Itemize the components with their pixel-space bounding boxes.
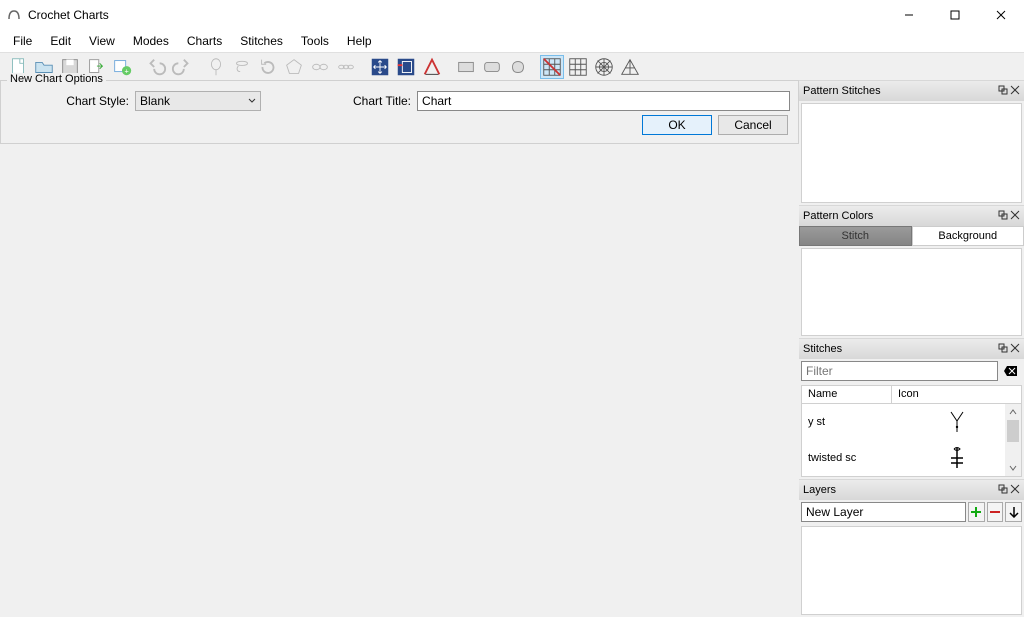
close-icon[interactable] [1010, 484, 1020, 497]
menu-modes[interactable]: Modes [124, 32, 178, 50]
scroll-up-icon[interactable] [1005, 404, 1021, 420]
tab-stitch[interactable]: Stitch [799, 226, 912, 246]
stitch-row[interactable]: twisted sc [802, 440, 1021, 476]
stitch-icon-twistedsc [892, 445, 1021, 471]
stitch-icon-yst [892, 409, 1021, 435]
panel-title-label: Pattern Stitches [803, 85, 881, 97]
close-icon[interactable] [1010, 85, 1020, 98]
cancel-button[interactable]: Cancel [718, 115, 788, 135]
new-chart-icon[interactable]: + [110, 55, 134, 79]
stitch-name: twisted sc [802, 452, 892, 464]
chart-style-combo[interactable]: Blank [135, 91, 261, 111]
crop-tool-icon[interactable] [394, 55, 418, 79]
move-tool-icon[interactable] [368, 55, 392, 79]
grid-diagonal-icon[interactable] [540, 55, 564, 79]
title-bar: Crochet Charts [0, 0, 1024, 30]
chart-title-input[interactable] [417, 91, 790, 111]
close-icon[interactable] [1010, 210, 1020, 223]
grid-radial-icon[interactable] [592, 55, 616, 79]
app-icon [6, 7, 22, 23]
menu-view[interactable]: View [80, 32, 124, 50]
tool-rotate-icon[interactable] [256, 55, 280, 79]
menu-help[interactable]: Help [338, 32, 381, 50]
shape-blob-icon[interactable] [506, 55, 530, 79]
panel-stitches: Stitches Name Icon y st [799, 338, 1024, 479]
close-button[interactable] [978, 0, 1024, 30]
col-icon[interactable]: Icon [892, 386, 1021, 403]
tool-pentagon-icon[interactable] [282, 55, 306, 79]
stitch-name: y st [802, 416, 892, 428]
menu-charts[interactable]: Charts [178, 32, 231, 50]
shape-rect-icon[interactable] [454, 55, 478, 79]
minimize-button[interactable] [886, 0, 932, 30]
add-layer-button[interactable] [968, 502, 985, 522]
stitch-table: Name Icon y st twisted sc [801, 385, 1022, 477]
menu-file[interactable]: File [4, 32, 41, 50]
measure-tool-icon[interactable] [420, 55, 444, 79]
tool-lasso-icon[interactable] [230, 55, 254, 79]
panel-title-label: Stitches [803, 343, 842, 355]
close-icon[interactable] [1010, 343, 1020, 356]
undock-icon[interactable] [998, 85, 1008, 98]
pattern-stitches-body [801, 103, 1022, 203]
chart-title-label: Chart Title: [353, 94, 411, 108]
layers-body [801, 526, 1022, 615]
tool-chain-icon[interactable] [308, 55, 332, 79]
pattern-colors-body [801, 248, 1022, 336]
undo-icon[interactable] [144, 55, 168, 79]
panel-pattern-stitches: Pattern Stitches [799, 80, 1024, 205]
menu-bar: File Edit View Modes Charts Stitches Too… [0, 30, 1024, 52]
menu-tools[interactable]: Tools [292, 32, 338, 50]
grid-triangle-icon[interactable] [618, 55, 642, 79]
panel-pattern-colors: Pattern Colors Stitch Background [799, 205, 1024, 338]
redo-icon[interactable] [170, 55, 194, 79]
col-name[interactable]: Name [802, 386, 892, 403]
tab-background[interactable]: Background [912, 226, 1024, 246]
undock-icon[interactable] [998, 210, 1008, 223]
shape-rounded-icon[interactable] [480, 55, 504, 79]
stitch-filter-input[interactable] [801, 361, 998, 381]
undock-icon[interactable] [998, 343, 1008, 356]
toolbar: + [0, 52, 1024, 80]
app-title: Crochet Charts [28, 8, 109, 22]
chart-style-value: Blank [140, 94, 170, 108]
tool-balloon-icon[interactable] [204, 55, 228, 79]
panel-title-label: Layers [803, 484, 836, 496]
panel-title-label: Pattern Colors [803, 210, 873, 222]
layer-name-input[interactable] [801, 502, 966, 522]
scroll-down-icon[interactable] [1005, 460, 1021, 476]
groupbox-legend: New Chart Options [7, 73, 106, 85]
undock-icon[interactable] [998, 484, 1008, 497]
panel-layers: Layers [799, 479, 1024, 617]
svg-text:+: + [124, 66, 128, 75]
chart-style-label: Chart Style: [9, 94, 129, 108]
scrollbar[interactable] [1005, 404, 1021, 476]
stitch-row[interactable]: y st [802, 404, 1021, 440]
menu-stitches[interactable]: Stitches [231, 32, 292, 50]
menu-edit[interactable]: Edit [41, 32, 80, 50]
ok-button[interactable]: OK [642, 115, 712, 135]
maximize-button[interactable] [932, 0, 978, 30]
tool-links-icon[interactable] [334, 55, 358, 79]
remove-layer-button[interactable] [987, 502, 1004, 522]
move-layer-down-button[interactable] [1005, 502, 1022, 522]
grid-square-icon[interactable] [566, 55, 590, 79]
clear-filter-button[interactable] [1000, 361, 1022, 381]
chevron-down-icon [248, 94, 256, 108]
new-chart-options-group: New Chart Options Chart Style: Blank Cha… [0, 80, 799, 144]
